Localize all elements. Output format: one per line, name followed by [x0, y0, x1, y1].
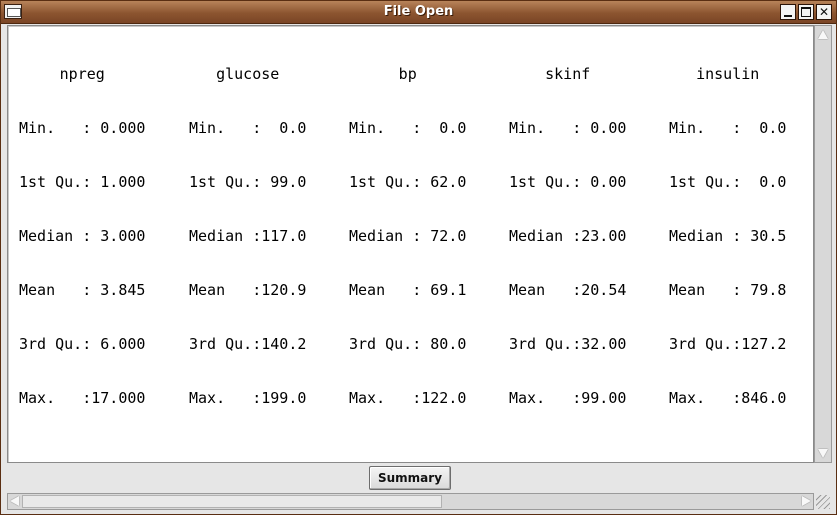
column-header: npreg [59, 65, 105, 83]
stat-row: Max. :846.0 [669, 389, 787, 407]
stat-row: Mean : 3.845 [19, 281, 146, 299]
stat-row: Mean :120.9 [189, 281, 307, 299]
maximize-button[interactable] [798, 4, 814, 20]
stat-row: Median : 30.5 [669, 227, 787, 245]
stat-row: Max. :99.00 [509, 389, 627, 407]
stat-row: Mean : 79.8 [669, 281, 787, 299]
minimize-button[interactable] [780, 4, 796, 20]
stat-row: Max. :122.0 [349, 389, 467, 407]
column-header: bp [398, 65, 417, 83]
scroll-up-arrow-icon[interactable] [818, 30, 828, 39]
stat-row: Median :117.0 [189, 227, 307, 245]
window-title: File Open [383, 4, 454, 19]
close-button[interactable]: ✕ [816, 4, 832, 20]
column-header: glucose [216, 65, 280, 83]
resize-grip-icon[interactable] [816, 495, 830, 509]
stat-row: Max. :17.000 [19, 389, 146, 407]
vertical-scrollbar[interactable] [814, 25, 832, 463]
stat-row: 1st Qu.: 1.000 [19, 173, 146, 191]
stat-row: Min. : 0.0 [189, 119, 307, 137]
horizontal-scrollbar[interactable] [7, 493, 814, 510]
stat-row: 1st Qu.: 0.00 [509, 173, 627, 191]
summary-table: npreg Min. : 0.000 1st Qu.: 1.000 Median… [19, 29, 786, 407]
column-skinf: skinf Min. : 0.00 1st Qu.: 0.00 Median :… [509, 29, 626, 443]
stat-row: 3rd Qu.: 80.0 [349, 335, 467, 353]
stat-row: Mean : 69.1 [349, 281, 467, 299]
file-open-window: File Open ✕ npreg Min. : 0.000 1st Qu.: … [0, 0, 837, 515]
title-bar[interactable]: File Open ✕ [1, 1, 836, 24]
summary-output-textarea[interactable]: npreg Min. : 0.000 1st Qu.: 1.000 Median… [7, 25, 814, 463]
stat-row: Min. : 0.0 [349, 119, 467, 137]
stat-row: 1st Qu.: 0.0 [669, 173, 787, 191]
scroll-left-arrow-icon[interactable] [10, 496, 19, 506]
stat-row: Min. : 0.0 [669, 119, 787, 137]
stat-row: 1st Qu.: 62.0 [349, 173, 467, 191]
stat-row: Median : 72.0 [349, 227, 467, 245]
stat-row: Min. : 0.000 [19, 119, 146, 137]
scroll-down-arrow-icon[interactable] [818, 449, 828, 458]
scroll-right-arrow-icon[interactable] [802, 496, 811, 506]
stat-row: 3rd Qu.:32.00 [509, 335, 627, 353]
maximize-icon [801, 7, 811, 17]
stat-row: Max. :199.0 [189, 389, 307, 407]
horizontal-scroll-thumb[interactable] [22, 495, 442, 508]
window-client-area: npreg Min. : 0.000 1st Qu.: 1.000 Median… [1, 24, 836, 514]
column-bp: bp Min. : 0.0 1st Qu.: 62.0 Median : 72.… [349, 29, 466, 443]
stat-row: 3rd Qu.:127.2 [669, 335, 787, 353]
column-header: skinf [545, 65, 591, 83]
stat-row: Median : 3.000 [19, 227, 146, 245]
column-header: insulin [696, 65, 760, 83]
minimize-icon [784, 14, 792, 17]
stat-row: 3rd Qu.: 6.000 [19, 335, 146, 353]
column-glucose: glucose Min. : 0.0 1st Qu.: 99.0 Median … [189, 29, 306, 443]
close-icon: ✕ [818, 5, 830, 19]
stat-row: Median :23.00 [509, 227, 627, 245]
column-npreg: npreg Min. : 0.000 1st Qu.: 1.000 Median… [19, 29, 145, 443]
column-insulin: insulin Min. : 0.0 1st Qu.: 0.0 Median :… [669, 29, 786, 443]
stat-row: Mean :20.54 [509, 281, 627, 299]
stat-row: 3rd Qu.:140.2 [189, 335, 307, 353]
stat-row: Min. : 0.00 [509, 119, 627, 137]
summary-button[interactable]: Summary [369, 466, 451, 490]
stat-row: 1st Qu.: 99.0 [189, 173, 307, 191]
